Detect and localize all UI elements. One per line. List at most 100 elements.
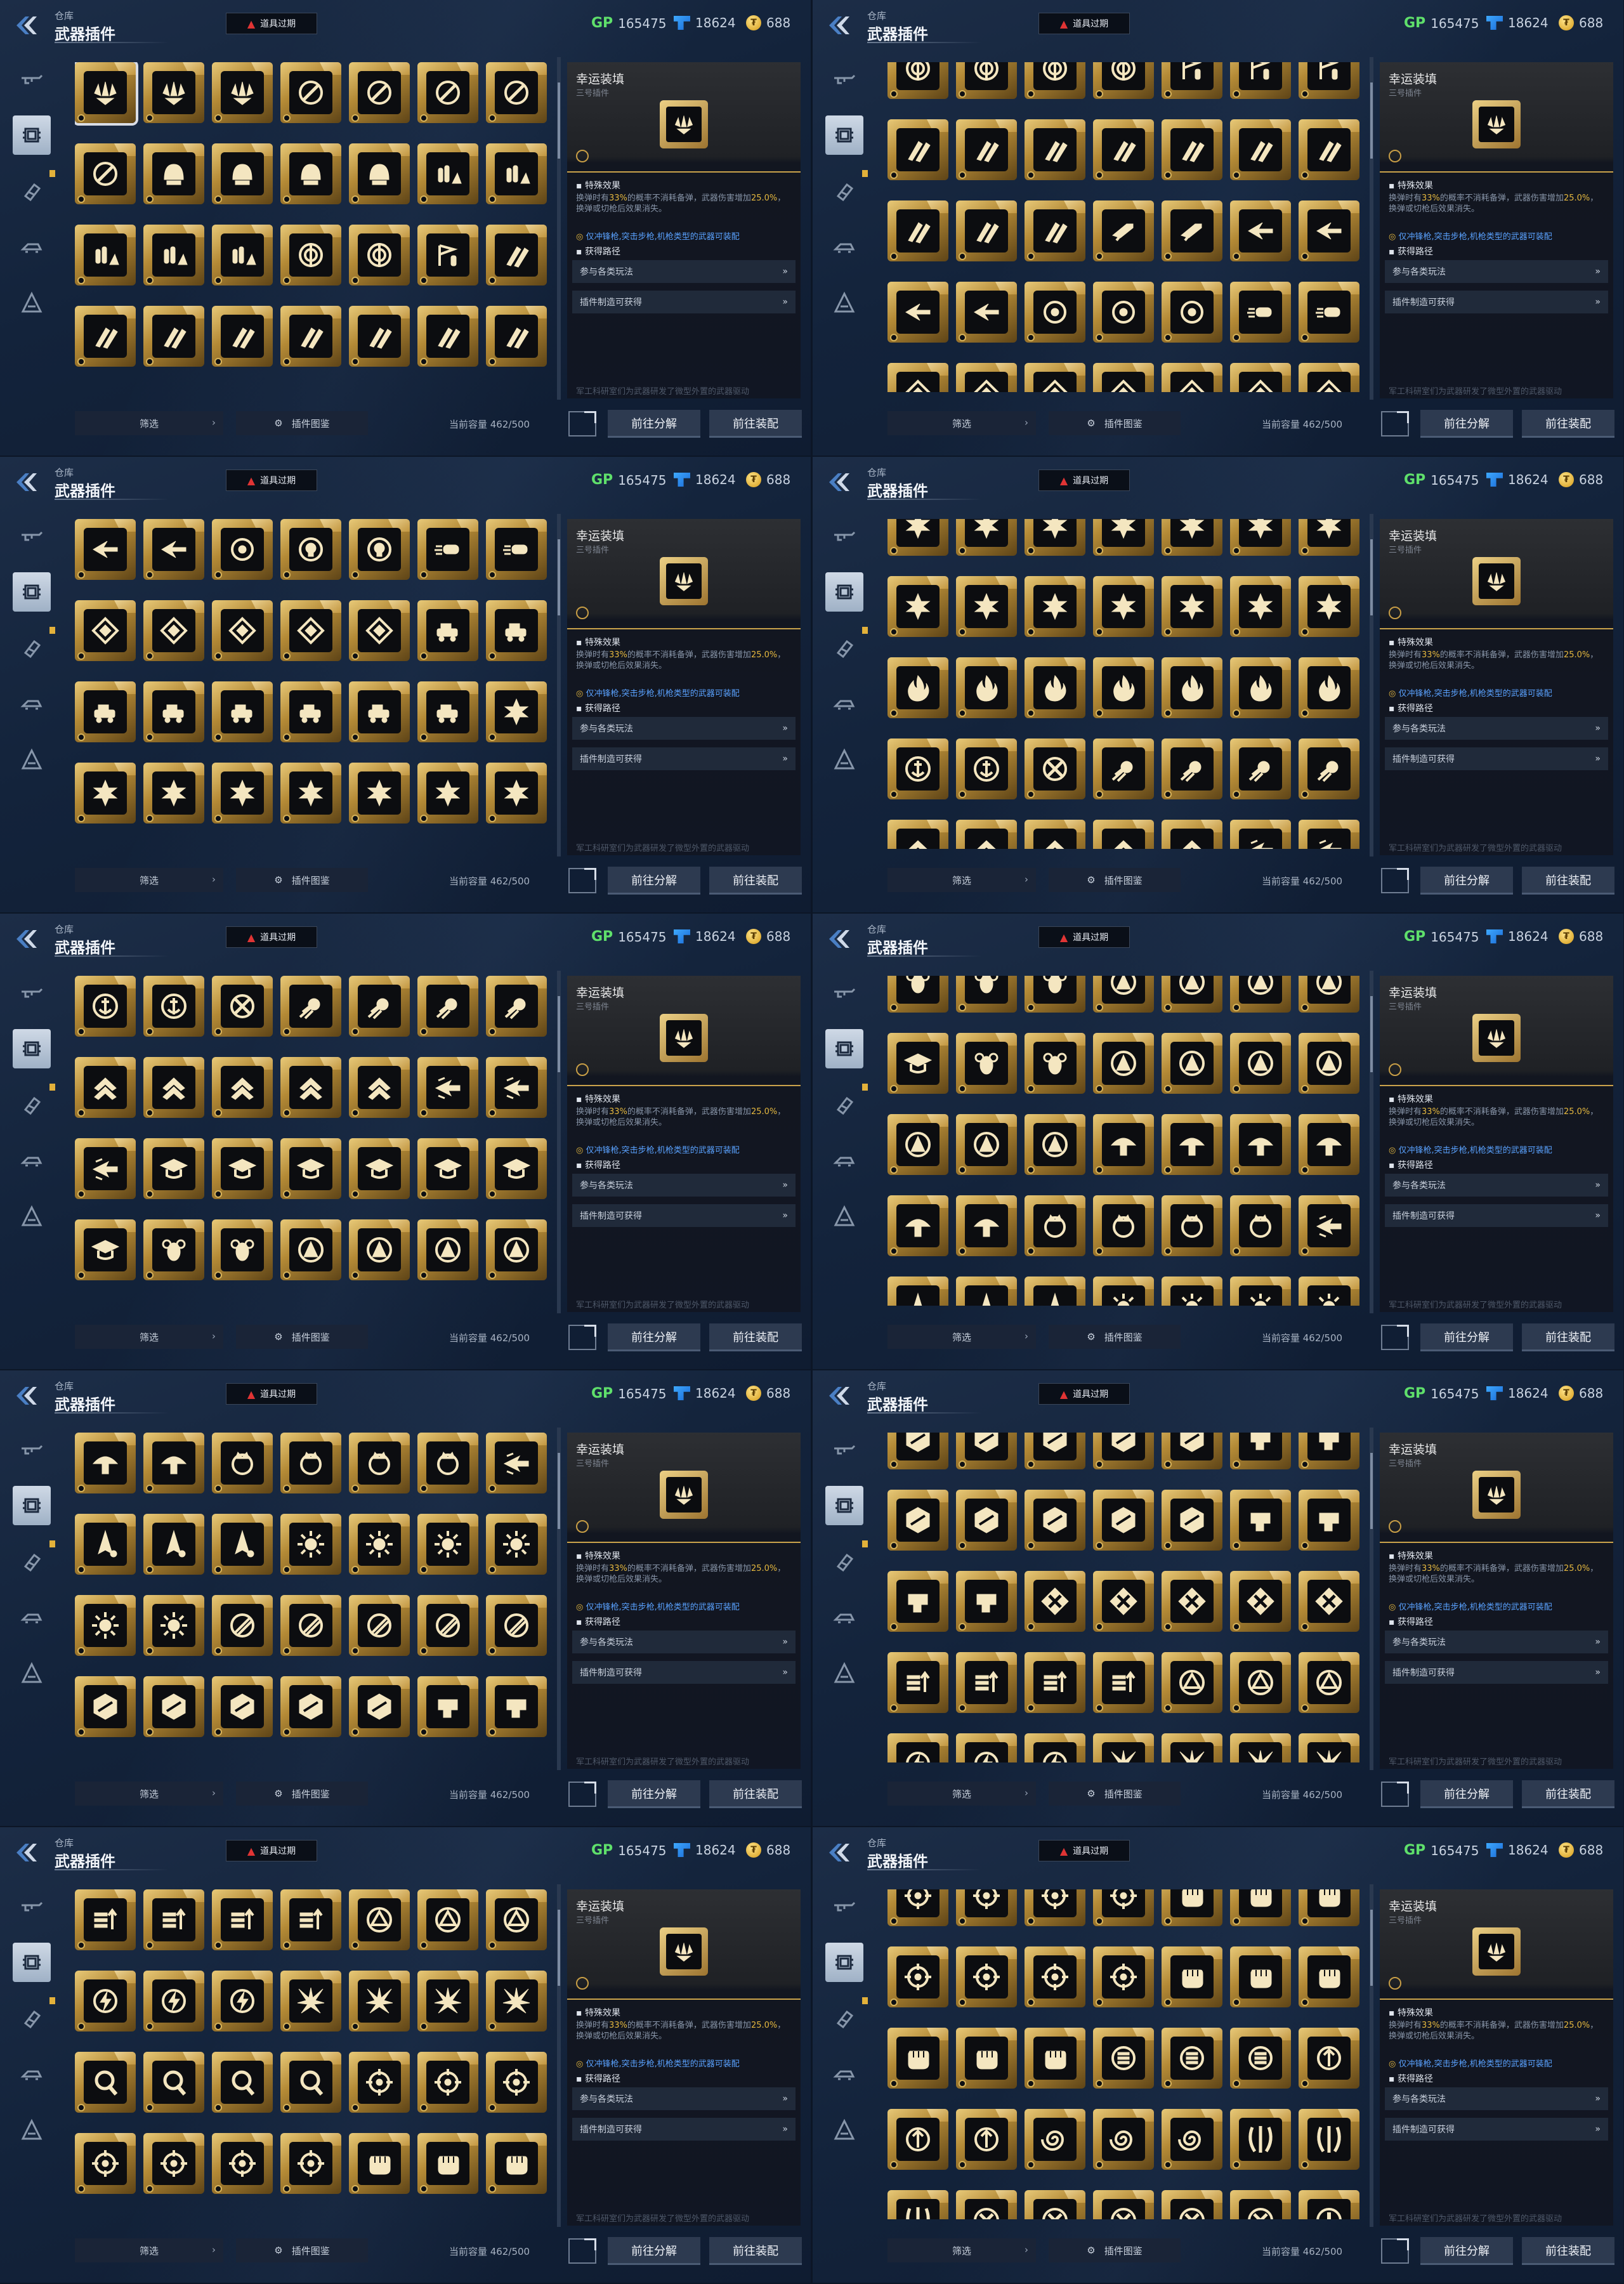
plugin-tile[interactable] — [486, 1889, 547, 1950]
scrollbar[interactable] — [557, 1884, 561, 2227]
plugin-tile[interactable] — [280, 519, 341, 580]
plugin-tile[interactable] — [1025, 2190, 1085, 2219]
plugin-tile[interactable] — [1093, 1946, 1154, 2007]
source-item[interactable]: 插件制造可获得» — [1385, 1204, 1608, 1227]
plugin-tile[interactable] — [1230, 2109, 1291, 2170]
plugin-tile[interactable] — [1162, 282, 1222, 343]
atlas-button[interactable]: ⚙ 插件图鉴 — [236, 411, 368, 435]
nav-item-attachment[interactable] — [13, 1542, 51, 1581]
nav-item-plugin-chip[interactable] — [13, 1943, 51, 1982]
scrollbar[interactable] — [1370, 971, 1373, 1313]
plugin-tile[interactable] — [1230, 1652, 1291, 1713]
share-button[interactable] — [1381, 1782, 1409, 1807]
nav-item-emblem[interactable] — [825, 1197, 863, 1236]
back-button[interactable] — [14, 14, 42, 37]
plugin-tile[interactable] — [75, 306, 136, 367]
plugin-tile[interactable] — [1093, 576, 1154, 637]
back-button[interactable] — [14, 1841, 42, 1864]
plugin-tile[interactable] — [1025, 1033, 1085, 1094]
plugin-tile[interactable] — [417, 1219, 478, 1280]
plugin-tile[interactable] — [956, 2109, 1017, 2170]
plugin-tile[interactable] — [1230, 1946, 1291, 2007]
plugin-tile[interactable] — [212, 1676, 273, 1737]
plugin-tile[interactable] — [349, 681, 410, 742]
plugin-tile[interactable] — [1162, 1889, 1222, 1926]
plugin-tile[interactable] — [1162, 200, 1222, 261]
plugin-tile[interactable] — [887, 1033, 948, 1094]
plugin-tile[interactable] — [1162, 1946, 1222, 2007]
back-button[interactable] — [14, 928, 42, 950]
plugin-tile[interactable] — [75, 976, 136, 1037]
share-button[interactable] — [568, 868, 596, 893]
plugin-tile[interactable] — [1299, 1277, 1359, 1306]
source-item[interactable]: 插件制造可获得» — [1385, 1661, 1608, 1684]
plugin-tile[interactable] — [1162, 976, 1222, 1013]
plugin-tile[interactable] — [212, 143, 273, 204]
disassemble-button[interactable]: 前往分解 — [608, 2237, 700, 2265]
plugin-tile[interactable] — [1093, 282, 1154, 343]
plugin-tile[interactable] — [956, 119, 1017, 180]
share-button[interactable] — [568, 1325, 596, 1350]
nav-item-vehicle[interactable] — [13, 2054, 51, 2094]
nav-item-rifle[interactable] — [825, 973, 863, 1013]
plugin-tile[interactable] — [417, 1676, 478, 1737]
atlas-button[interactable]: ⚙ 插件图鉴 — [236, 868, 368, 892]
plugin-tile[interactable] — [887, 2028, 948, 2089]
plugin-tile[interactable] — [486, 306, 547, 367]
nav-item-emblem[interactable] — [13, 1197, 51, 1236]
source-item[interactable]: 参与各类玩法» — [572, 1174, 796, 1197]
plugin-tile[interactable] — [349, 1514, 410, 1575]
plugin-tile[interactable] — [75, 1219, 136, 1280]
plugin-tile[interactable] — [887, 2109, 948, 2170]
plugin-tile[interactable] — [1162, 1033, 1222, 1094]
plugin-tile[interactable] — [212, 1889, 273, 1950]
source-item[interactable]: 插件制造可获得» — [572, 2118, 796, 2141]
plugin-tile[interactable] — [417, 1138, 478, 1199]
expire-button[interactable]: ▲ 道具过期 — [226, 1840, 317, 1861]
plugin-tile[interactable] — [1230, 119, 1291, 180]
plugin-tile[interactable] — [75, 225, 136, 286]
source-item[interactable]: 参与各类玩法» — [1385, 717, 1608, 740]
plugin-tile[interactable] — [349, 1433, 410, 1493]
plugin-tile[interactable] — [212, 1138, 273, 1199]
plugin-tile[interactable] — [956, 62, 1017, 99]
nav-item-attachment[interactable] — [825, 1542, 863, 1581]
plugin-tile[interactable] — [280, 2133, 341, 2194]
scrollbar[interactable] — [1370, 514, 1373, 856]
disassemble-button[interactable]: 前往分解 — [608, 1323, 700, 1351]
plugin-tile[interactable] — [1162, 1433, 1222, 1469]
plugin-tile[interactable] — [1299, 657, 1359, 718]
plugin-tile[interactable] — [280, 681, 341, 742]
plugin-tile[interactable] — [212, 519, 273, 580]
filter-button[interactable]: 筛选 › — [887, 411, 1036, 435]
plugin-tile[interactable] — [1230, 738, 1291, 799]
plugin-tile[interactable] — [486, 62, 547, 123]
plugin-tile[interactable] — [417, 1433, 478, 1493]
plugin-tile[interactable] — [1093, 1733, 1154, 1762]
nav-item-vehicle[interactable] — [825, 1598, 863, 1637]
plugin-tile[interactable] — [887, 1733, 948, 1762]
plugin-tile[interactable] — [1093, 976, 1154, 1013]
filter-button[interactable]: 筛选 › — [75, 2238, 223, 2262]
nav-item-plugin-chip[interactable] — [13, 572, 51, 612]
plugin-tile[interactable] — [212, 1595, 273, 1656]
plugin-tile[interactable] — [75, 62, 136, 123]
plugin-tile[interactable] — [1299, 1571, 1359, 1632]
plugin-tile[interactable] — [956, 820, 1017, 849]
plugin-tile[interactable] — [956, 282, 1017, 343]
plugin-tile[interactable] — [1025, 1277, 1085, 1306]
plugin-tile[interactable] — [1230, 363, 1291, 392]
plugin-tile[interactable] — [1025, 976, 1085, 1013]
equip-button[interactable]: 前往装配 — [1522, 410, 1614, 438]
back-button[interactable] — [827, 928, 855, 950]
plugin-tile[interactable] — [1162, 2109, 1222, 2170]
plugin-tile[interactable] — [956, 1733, 1017, 1762]
plugin-tile[interactable] — [887, 1889, 948, 1926]
plugin-tile[interactable] — [212, 976, 273, 1037]
plugin-tile[interactable] — [212, 1433, 273, 1493]
nav-item-plugin-chip[interactable] — [825, 1029, 863, 1068]
plugin-tile[interactable] — [887, 1946, 948, 2007]
plugin-tile[interactable] — [280, 1138, 341, 1199]
expire-button[interactable]: ▲ 道具过期 — [1038, 1383, 1130, 1405]
source-item[interactable]: 插件制造可获得» — [1385, 2118, 1608, 2141]
